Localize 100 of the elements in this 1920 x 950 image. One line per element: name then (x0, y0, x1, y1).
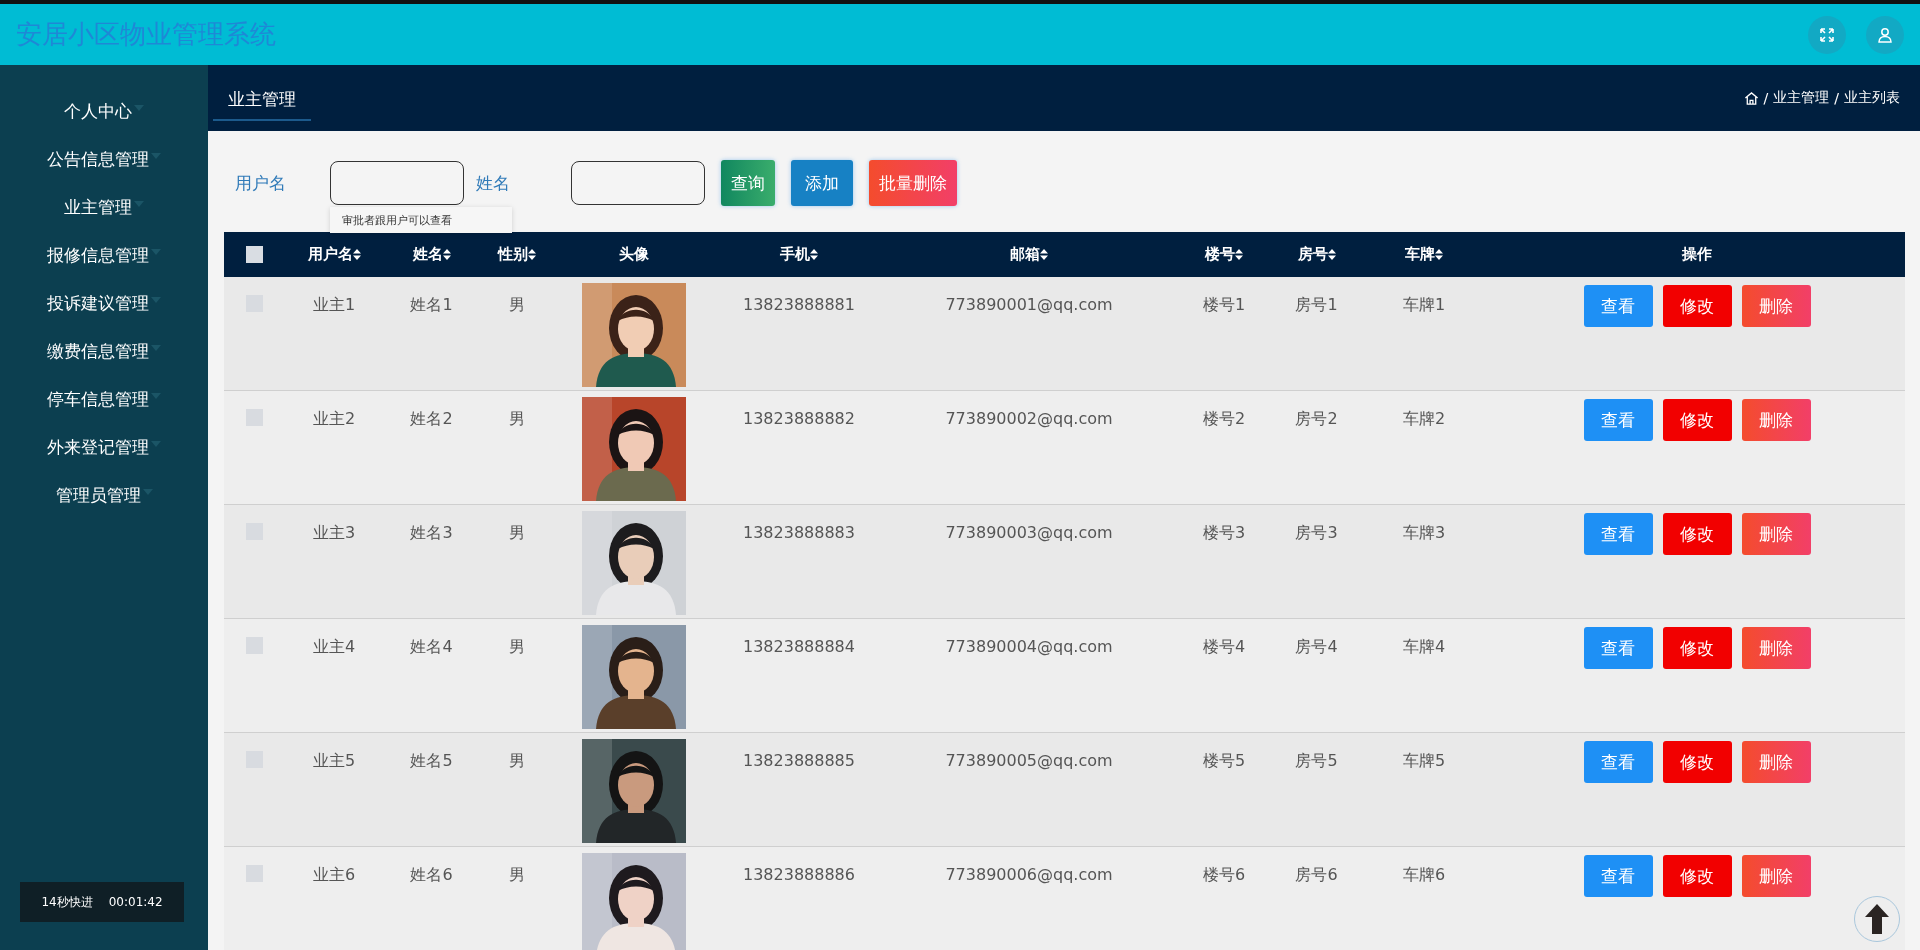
sidebar-item[interactable]: 投诉建议管理 (47, 279, 161, 327)
column-header[interactable]: 房号 (1297, 245, 1328, 264)
sidebar-item[interactable]: 公告信息管理 (47, 135, 161, 183)
sidebar-item[interactable]: 管理员管理 (55, 471, 153, 519)
delete-button[interactable]: 批量删除 (869, 160, 957, 206)
table-cell: 楼号6 (1202, 865, 1246, 886)
table-cell: 业主2 (312, 409, 356, 430)
edit-button[interactable]: 修改 (1662, 741, 1732, 783)
breadcrumb-item[interactable]: 业主列表 (1844, 89, 1900, 107)
table-cell: 773890001@qq.com (945, 295, 1113, 314)
table-cell: 房号3 (1295, 523, 1338, 544)
table-cell: 13823888886 (743, 865, 855, 884)
sidebar-item[interactable]: 业主管理 (64, 183, 144, 231)
table-cell: 车牌5 (1402, 751, 1446, 772)
edit-button[interactable]: 修改 (1662, 627, 1732, 669)
table-cell: 773890006@qq.com (945, 865, 1113, 884)
table-cell: 房号1 (1295, 295, 1338, 316)
edit-button[interactable]: 修改 (1662, 855, 1732, 897)
sidebar-item[interactable]: 个人中心 (64, 87, 144, 135)
table-cell: 姓名3 (410, 523, 453, 544)
delete-button[interactable]: 删除 (1741, 399, 1811, 441)
sidebar-item[interactable]: 外来登记管理 (47, 423, 161, 471)
table-cell: 773890002@qq.com (945, 409, 1113, 428)
sort-icon[interactable] (1327, 249, 1336, 260)
table-cell: 楼号3 (1202, 523, 1246, 544)
breadcrumb-item[interactable]: 业主管理 (1773, 89, 1830, 107)
tooltip: 审批者跟用户可以查看 (330, 207, 512, 233)
search-field[interactable] (571, 161, 705, 205)
user-icon (1877, 26, 1893, 43)
table-cell: 业主3 (312, 523, 356, 544)
add-button[interactable]: 添加 (791, 160, 853, 206)
table-cell: 楼号5 (1202, 751, 1246, 772)
edit-button[interactable]: 修改 (1662, 513, 1732, 555)
table-cell: 13823888884 (743, 637, 855, 656)
table-cell: 773890003@qq.com (945, 523, 1113, 542)
table-cell: 车牌2 (1402, 409, 1446, 430)
table-cell: 男 (508, 637, 525, 658)
column-header[interactable]: 性别 (497, 245, 528, 264)
sidebar-item[interactable]: 缴费信息管理 (47, 327, 161, 375)
field-label: 姓名 (476, 171, 511, 195)
sidebar-item[interactable]: 停车信息管理 (47, 375, 161, 423)
table-cell: 车牌1 (1402, 295, 1446, 316)
sort-icon[interactable] (1235, 249, 1243, 260)
table-cell: 773890005@qq.com (945, 751, 1113, 770)
table-cell: 姓名4 (410, 637, 453, 658)
breadcrumb-separator: / (1763, 90, 1769, 106)
table-cell: 13823888885 (743, 751, 855, 770)
delete-button[interactable]: 删除 (1741, 855, 1811, 897)
sidebar-item[interactable]: 报修信息管理 (47, 231, 161, 279)
table-cell: 姓名1 (410, 295, 453, 316)
table-cell: 773890004@qq.com (945, 637, 1113, 656)
column-header[interactable]: 楼号 (1205, 245, 1235, 264)
column-header[interactable]: 手机 (780, 245, 810, 264)
column-header[interactable]: 用户名 (307, 245, 353, 264)
table-cell: 13823888882 (743, 409, 855, 428)
table-cell: 房号6 (1295, 865, 1338, 886)
table-cell: 业主5 (312, 751, 356, 772)
column-header[interactable]: 操作 (1682, 245, 1712, 264)
edit-button[interactable]: 修改 (1662, 399, 1732, 441)
table-cell: 男 (508, 865, 525, 886)
column-header[interactable]: 邮箱 (1010, 245, 1040, 264)
table-cell: 男 (508, 409, 525, 430)
sort-icon[interactable] (810, 249, 818, 260)
arrow-up-icon (1864, 903, 1890, 935)
table-cell: 13823888881 (743, 295, 855, 314)
table-cell: 男 (508, 751, 525, 772)
sort-icon[interactable] (527, 249, 536, 260)
delete-button[interactable]: 删除 (1741, 741, 1811, 783)
delete-button[interactable]: 删除 (1741, 285, 1811, 327)
column-header[interactable]: 头像 (619, 245, 649, 264)
search-field[interactable] (330, 161, 464, 205)
table-cell: 车牌6 (1402, 865, 1446, 886)
tab[interactable]: 业主管理 (213, 75, 311, 121)
delete-button[interactable]: 删除 (1741, 627, 1811, 669)
search-button[interactable]: 查询 (721, 160, 775, 206)
sort-icon[interactable] (442, 249, 451, 260)
table-cell: 业主1 (312, 295, 356, 316)
table-cell: 业主4 (312, 637, 356, 658)
sort-icon[interactable] (352, 249, 361, 260)
table-cell: 楼号1 (1202, 295, 1246, 316)
table-cell: 车牌3 (1402, 523, 1446, 544)
table-cell: 楼号4 (1202, 637, 1246, 658)
table-cell: 男 (508, 523, 525, 544)
table-cell: 业主6 (312, 865, 356, 886)
playback-time: 00:01:42 (108, 895, 163, 909)
home-icon[interactable] (1743, 90, 1759, 106)
checkbox[interactable] (245, 246, 263, 263)
expand-icon (1819, 26, 1835, 43)
table-cell: 房号5 (1295, 751, 1338, 772)
table-cell: 姓名5 (410, 751, 453, 772)
column-header[interactable]: 姓名 (412, 245, 443, 264)
table-cell: 男 (508, 295, 525, 316)
delete-button[interactable]: 删除 (1741, 513, 1811, 555)
column-header[interactable]: 车牌 (1405, 245, 1435, 264)
sort-icon[interactable] (1040, 249, 1048, 260)
table-cell: 房号4 (1295, 637, 1338, 658)
edit-button[interactable]: 修改 (1662, 285, 1732, 327)
table-cell: 车牌4 (1402, 637, 1446, 658)
sort-icon[interactable] (1435, 249, 1443, 260)
table-cell: 房号2 (1295, 409, 1338, 430)
